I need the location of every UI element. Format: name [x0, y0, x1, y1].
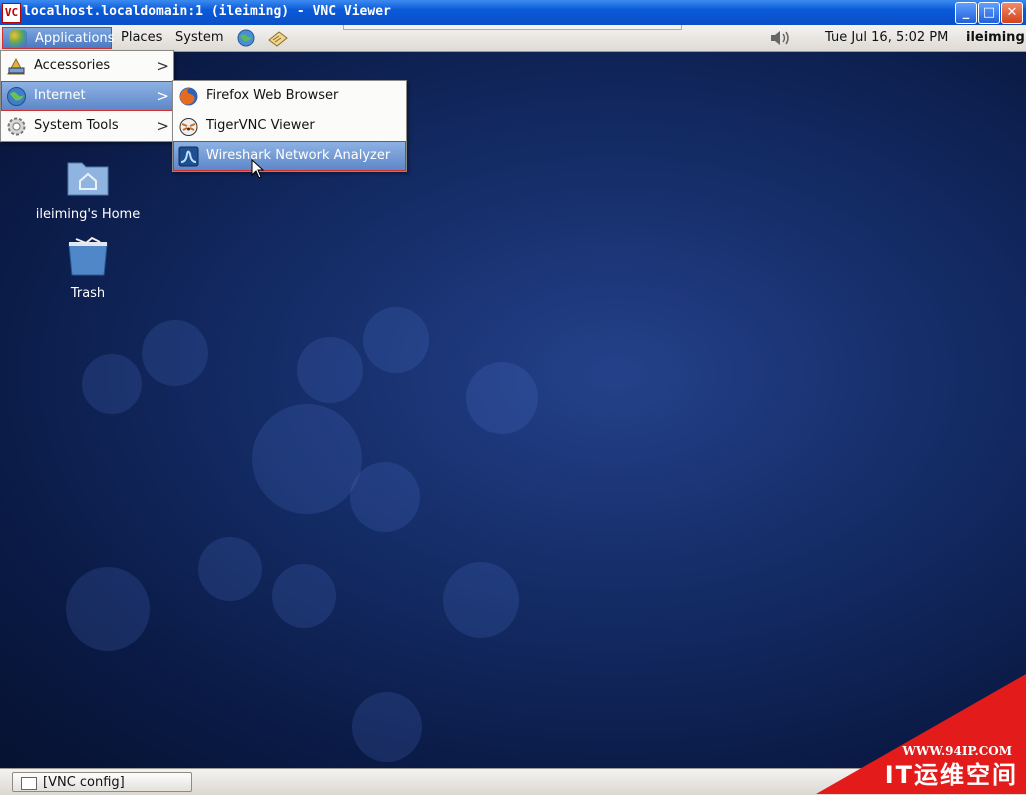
chevron-right-icon: >: [156, 87, 169, 105]
applications-label: Applications: [35, 31, 115, 46]
home-label: ileiming's Home: [35, 207, 141, 222]
firefox-label: Firefox Web Browser: [206, 88, 339, 103]
gnome-foot-icon: [9, 30, 27, 48]
close-button[interactable]: ✕: [1001, 2, 1023, 24]
task-label: [VNC config]: [43, 775, 125, 790]
minimize-button[interactable]: _: [955, 2, 977, 24]
internet-globe-icon: [7, 87, 26, 106]
volume-icon[interactable]: [769, 29, 793, 47]
panel-drawer-field: [343, 25, 682, 30]
menu-item-firefox[interactable]: Firefox Web Browser: [173, 81, 406, 111]
watermark-brand: IT运维空间: [884, 761, 1018, 789]
top-panel: Applications Places System Tue Jul 16, 5…: [0, 25, 1026, 52]
internet-submenu: Firefox Web Browser TigerVNC Viewer Wire…: [172, 80, 407, 172]
window-title: localhost.localdomain:1 (ileiming) - VNC…: [23, 4, 391, 19]
chevron-right-icon: >: [156, 117, 169, 135]
user-name[interactable]: ileiming: [966, 25, 1025, 51]
menu-item-wireshark[interactable]: Wireshark Network Analyzer: [173, 141, 406, 171]
applications-menu[interactable]: Applications: [2, 27, 115, 49]
accessories-icon: [7, 57, 25, 75]
chevron-right-icon: >: [156, 57, 169, 75]
desktop-background: ileiming's Home Trash: [0, 52, 1026, 768]
system-tools-label: System Tools: [34, 118, 119, 133]
system-menu[interactable]: System: [171, 27, 227, 49]
wireshark-label: Wireshark Network Analyzer: [206, 148, 391, 163]
maximize-button[interactable]: □: [978, 2, 1000, 24]
vnc-titlebar: VC localhost.localdomain:1 (ileiming) - …: [0, 0, 1026, 25]
site-watermark: WWW.94IP.COM IT运维空间: [816, 674, 1026, 794]
tigervnc-label: TigerVNC Viewer: [206, 118, 315, 133]
desktop-trash-icon[interactable]: Trash: [33, 236, 143, 301]
mouse-cursor-icon: [251, 159, 265, 179]
firefox-icon: [179, 87, 198, 106]
wireshark-icon: [178, 146, 199, 167]
internet-label: Internet: [34, 88, 86, 103]
menu-item-accessories[interactable]: Accessories >: [1, 51, 173, 81]
trash-icon: [68, 236, 108, 276]
system-tools-gear-icon: [7, 117, 26, 136]
vnc-app-icon: VC: [2, 3, 21, 23]
network-globe-launcher-icon[interactable]: [235, 28, 257, 48]
taskbar-vnc-config[interactable]: [VNC config]: [12, 772, 192, 792]
tigervnc-icon: [179, 118, 198, 136]
applications-dropdown: Accessories > Internet > System Tools >: [0, 50, 174, 142]
trash-label: Trash: [70, 286, 106, 301]
home-folder-icon: [67, 162, 109, 196]
accessories-label: Accessories: [34, 58, 111, 73]
places-menu[interactable]: Places: [117, 27, 166, 49]
notes-launcher-icon[interactable]: [267, 28, 289, 48]
desktop-home-icon[interactable]: ileiming's Home: [33, 157, 143, 222]
menu-item-system-tools[interactable]: System Tools >: [1, 111, 173, 141]
window-icon: [21, 777, 37, 790]
clock[interactable]: Tue Jul 16, 5:02 PM: [825, 25, 948, 51]
menu-item-tigervnc[interactable]: TigerVNC Viewer: [173, 111, 406, 141]
menu-item-internet[interactable]: Internet >: [1, 81, 173, 111]
